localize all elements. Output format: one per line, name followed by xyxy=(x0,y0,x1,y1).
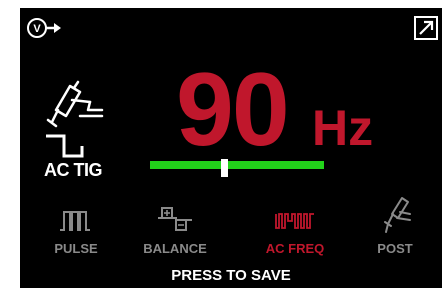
mode-label: AC TIG xyxy=(44,160,103,180)
expand-arrow-icon[interactable] xyxy=(414,16,438,40)
welder-display-screen: V AC TIG 90 Hz PULSE BALANCE AC FREQ POS… xyxy=(20,8,442,288)
pulse-wave-icon xyxy=(58,208,92,232)
tig-torch-ac-wave-icon xyxy=(44,80,110,162)
press-to-save-button[interactable]: PRESS TO SAVE xyxy=(20,267,442,285)
menu-item-post[interactable]: POST xyxy=(368,194,422,262)
menu-item-ac-freq[interactable]: AC FREQ xyxy=(260,204,330,262)
menu-label-pulse: PULSE xyxy=(54,241,98,256)
menu-label-balance: BALANCE xyxy=(143,241,207,256)
menu-label-ac-freq: AC FREQ xyxy=(265,241,325,256)
svg-text:V: V xyxy=(33,23,41,35)
volt-output-icon[interactable]: V xyxy=(26,16,62,40)
value-slider-track[interactable] xyxy=(150,161,324,169)
value-slider-thumb[interactable] xyxy=(221,159,229,177)
ac-frequency-icon xyxy=(274,210,316,232)
post-flow-torch-icon xyxy=(384,196,412,236)
setting-value: 90 xyxy=(176,52,290,168)
menu-label-post: POST xyxy=(377,241,413,256)
menu-item-balance[interactable]: BALANCE xyxy=(138,204,212,262)
menu-item-pulse[interactable]: PULSE xyxy=(48,204,104,262)
balance-icon xyxy=(158,206,194,234)
setting-unit: Hz xyxy=(312,100,374,156)
